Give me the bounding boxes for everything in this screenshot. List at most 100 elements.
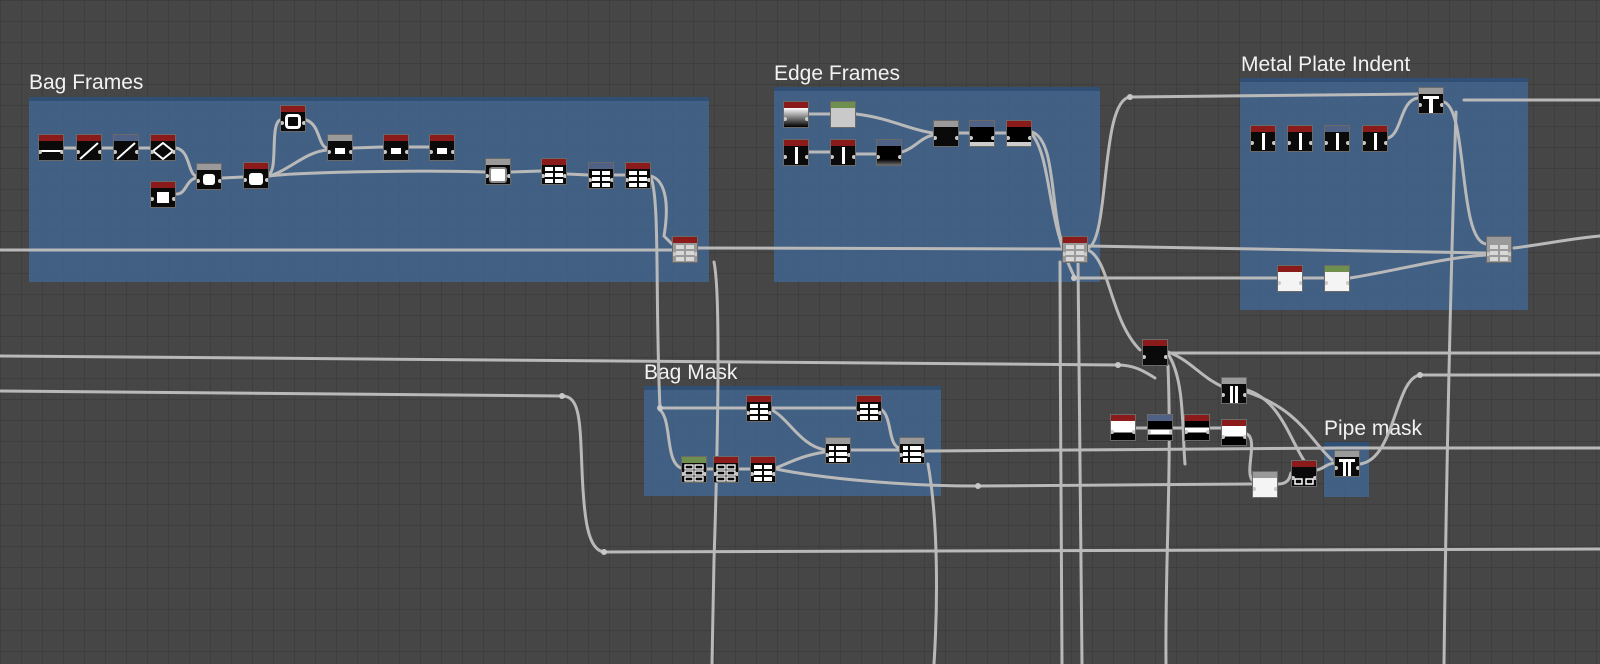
- input-port[interactable]: [877, 155, 880, 159]
- input-port[interactable]: [714, 472, 717, 476]
- input-port[interactable]: [831, 155, 834, 159]
- output-port[interactable]: [1274, 487, 1277, 491]
- input-port[interactable]: [486, 174, 489, 178]
- input-port[interactable]: [784, 117, 787, 121]
- node[interactable]: [1277, 265, 1303, 292]
- node[interactable]: [876, 139, 902, 166]
- node[interactable]: [1324, 265, 1350, 292]
- output-port[interactable]: [694, 252, 697, 256]
- input-port[interactable]: [784, 155, 787, 159]
- output-port[interactable]: [1169, 430, 1172, 434]
- input-port[interactable]: [857, 411, 860, 415]
- output-port[interactable]: [172, 197, 175, 201]
- node[interactable]: [76, 134, 102, 161]
- output-port[interactable]: [302, 121, 305, 125]
- output-port[interactable]: [265, 178, 268, 182]
- output-port[interactable]: [1440, 103, 1443, 107]
- output-port[interactable]: [703, 472, 706, 476]
- input-port[interactable]: [430, 150, 433, 154]
- node[interactable]: [856, 395, 882, 422]
- input-port[interactable]: [747, 411, 750, 415]
- output-port[interactable]: [98, 150, 101, 154]
- input-port[interactable]: [1222, 393, 1225, 397]
- node[interactable]: [783, 139, 809, 166]
- output-port[interactable]: [772, 472, 775, 476]
- node[interactable]: [1334, 450, 1360, 477]
- input-port[interactable]: [682, 472, 685, 476]
- node[interactable]: [969, 120, 995, 147]
- output-port[interactable]: [1164, 355, 1167, 359]
- output-port[interactable]: [1243, 435, 1246, 439]
- output-port[interactable]: [921, 453, 924, 457]
- output-port[interactable]: [405, 150, 408, 154]
- output-port[interactable]: [135, 150, 138, 154]
- node[interactable]: [681, 456, 707, 483]
- output-port[interactable]: [768, 411, 771, 415]
- output-port[interactable]: [507, 174, 510, 178]
- node[interactable]: [830, 101, 856, 128]
- input-port[interactable]: [1292, 476, 1295, 480]
- node[interactable]: [1184, 414, 1210, 441]
- input-port[interactable]: [1251, 141, 1254, 145]
- node[interactable]: [933, 120, 959, 147]
- output-port[interactable]: [991, 136, 994, 140]
- input-port[interactable]: [1111, 430, 1114, 434]
- input-port[interactable]: [1363, 141, 1366, 145]
- node[interactable]: [327, 134, 353, 161]
- input-port[interactable]: [900, 453, 903, 457]
- input-port[interactable]: [1325, 281, 1328, 285]
- input-port[interactable]: [673, 252, 676, 256]
- input-port[interactable]: [114, 150, 117, 154]
- output-port[interactable]: [1132, 430, 1135, 434]
- node[interactable]: [672, 236, 698, 263]
- node[interactable]: [1142, 339, 1168, 366]
- output-port[interactable]: [647, 178, 650, 182]
- node[interactable]: [1291, 460, 1317, 487]
- input-port[interactable]: [197, 179, 200, 183]
- input-port[interactable]: [1487, 252, 1490, 256]
- node[interactable]: [1287, 125, 1313, 152]
- node[interactable]: [383, 134, 409, 161]
- input-port[interactable]: [542, 174, 545, 178]
- node[interactable]: [588, 162, 614, 189]
- output-port[interactable]: [852, 155, 855, 159]
- node[interactable]: [541, 158, 567, 185]
- node[interactable]: [783, 101, 809, 128]
- output-port[interactable]: [218, 179, 221, 183]
- output-port[interactable]: [1346, 141, 1349, 145]
- output-port[interactable]: [1272, 141, 1275, 145]
- node[interactable]: [1221, 377, 1247, 404]
- output-port[interactable]: [805, 155, 808, 159]
- output-port[interactable]: [610, 178, 613, 182]
- node[interactable]: [243, 162, 269, 189]
- input-port[interactable]: [384, 150, 387, 154]
- node[interactable]: [150, 134, 176, 161]
- input-port[interactable]: [826, 453, 829, 457]
- input-port[interactable]: [1278, 281, 1281, 285]
- output-port[interactable]: [847, 453, 850, 457]
- input-port[interactable]: [1007, 136, 1010, 140]
- node[interactable]: [113, 134, 139, 161]
- input-port[interactable]: [1063, 252, 1066, 256]
- node[interactable]: [899, 437, 925, 464]
- output-port[interactable]: [1084, 252, 1087, 256]
- input-port[interactable]: [1253, 487, 1256, 491]
- input-port[interactable]: [281, 121, 284, 125]
- node[interactable]: [750, 456, 776, 483]
- output-port[interactable]: [1243, 393, 1246, 397]
- input-port[interactable]: [1148, 430, 1151, 434]
- input-port[interactable]: [1419, 103, 1422, 107]
- output-port[interactable]: [1206, 430, 1209, 434]
- output-port[interactable]: [1356, 466, 1359, 470]
- output-port[interactable]: [1309, 141, 1312, 145]
- node[interactable]: [150, 181, 176, 208]
- node[interactable]: [830, 139, 856, 166]
- input-port[interactable]: [1143, 355, 1146, 359]
- node[interactable]: [429, 134, 455, 161]
- output-port[interactable]: [878, 411, 881, 415]
- node[interactable]: [625, 162, 651, 189]
- node[interactable]: [746, 395, 772, 422]
- input-port[interactable]: [39, 150, 42, 154]
- node[interactable]: [825, 437, 851, 464]
- output-port[interactable]: [1313, 476, 1316, 480]
